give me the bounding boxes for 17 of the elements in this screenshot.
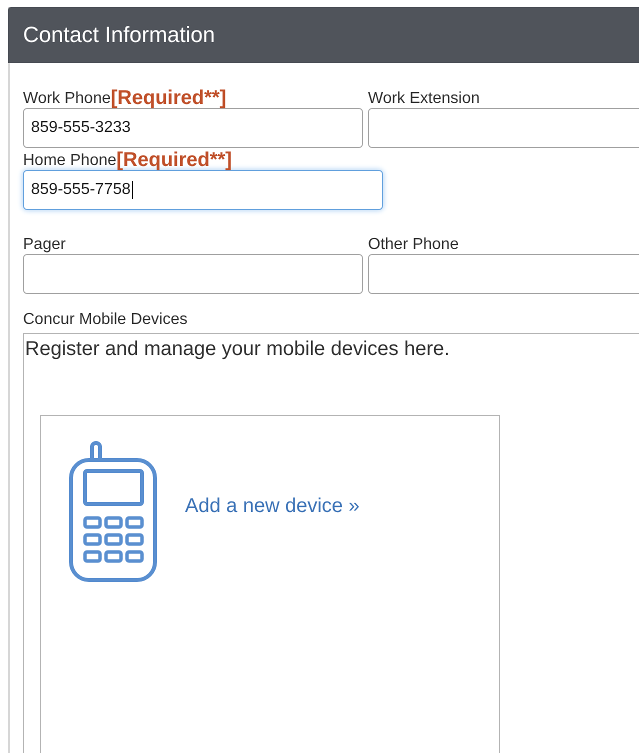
input-field[interactable]: 859-555-3233 xyxy=(23,108,363,148)
add-device-link[interactable]: Add a new device » xyxy=(185,495,360,518)
required-marker: [Required**] xyxy=(110,88,226,108)
input-field[interactable] xyxy=(368,254,639,294)
field-label: Pager xyxy=(23,236,66,254)
required-marker: [Required**] xyxy=(116,150,232,170)
field-label: Home Phone xyxy=(23,152,116,170)
input-field[interactable] xyxy=(23,254,363,294)
field-label: Other Phone xyxy=(368,236,459,254)
panel-title: Contact Information xyxy=(23,22,215,48)
field-label: Work Extension xyxy=(368,90,480,108)
input-field[interactable] xyxy=(368,108,639,148)
intro-text: Register and manage your mobile devices here. xyxy=(25,338,450,360)
section-label: Concur Mobile Devices xyxy=(23,311,188,328)
input-field[interactable]: 859-555-7758 xyxy=(23,170,383,210)
field-label: Work Phone xyxy=(23,90,111,108)
mobile-phone-icon xyxy=(68,441,160,583)
